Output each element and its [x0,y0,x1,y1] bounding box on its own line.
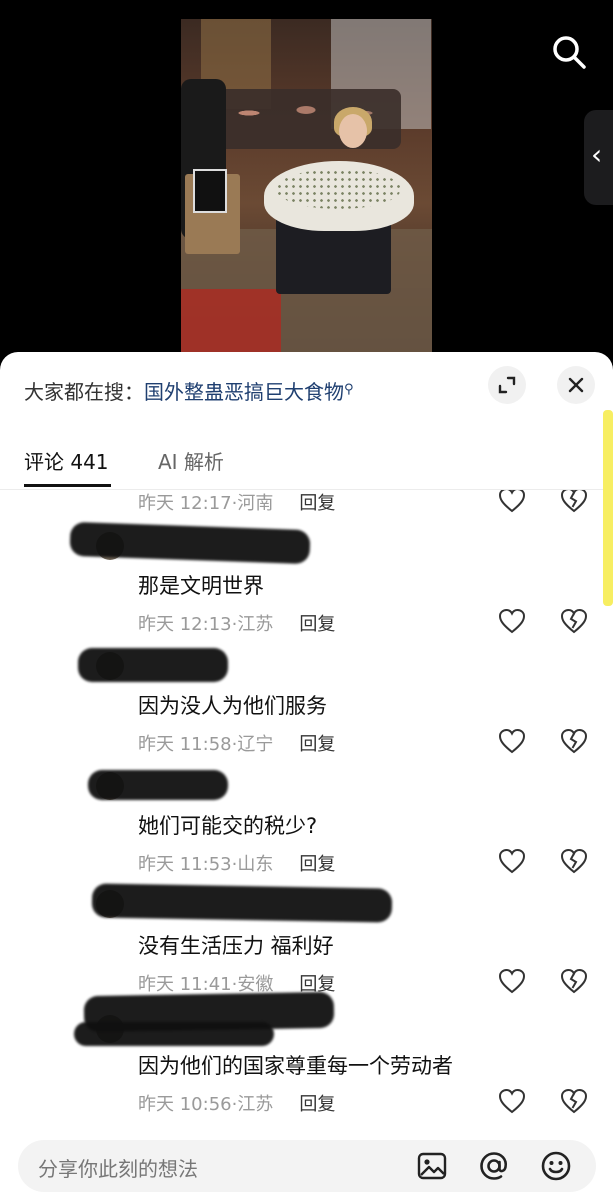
person-face [339,114,367,148]
redacted-username [91,883,393,923]
comment-location: 安徽 [237,974,274,995]
reply-button[interactable]: 回复 [299,854,335,875]
comment-time: 昨天 12:13 [138,614,232,635]
comment-location: 江苏 [237,1094,274,1115]
at-icon[interactable] [478,1150,510,1182]
comment-input[interactable]: 分享你此刻的想法 [38,1153,198,1182]
search-hint-query[interactable]: 国外整蛊恶搞巨大食物 [144,380,344,404]
comment-location: 江苏 [237,614,274,635]
heart-icon[interactable] [498,608,526,634]
herb-sprinkle [276,169,401,209]
active-tab-indicator [24,484,111,487]
reply-button[interactable]: 回复 [299,734,335,755]
search-suggestion[interactable]: 大家都在搜：国外整蛊恶搞巨大食物⚲ [24,376,354,405]
comment-time: 昨天 12:17 [138,493,232,514]
broken-heart-icon[interactable] [560,490,588,513]
comment-meta: 昨天 12:17·河南 回复 [138,490,335,515]
comment-location: 辽宁 [237,734,274,755]
side-panel-toggle[interactable]: ‹ [584,110,613,205]
menu-card [193,169,227,213]
heart-icon[interactable] [498,848,526,874]
heart-icon[interactable] [498,728,526,754]
comment-list[interactable]: 昨天 12:17·河南 回复 那是文明世界 昨天 12:13·江苏 回复 因为没人为… [0,490,613,1130]
image-icon[interactable] [416,1150,448,1182]
emoji-icon[interactable] [540,1150,572,1182]
broken-heart-icon[interactable] [560,608,588,634]
red-light [181,289,281,354]
reply-button[interactable]: 回复 [299,493,335,514]
comment-text: 因为没人为他们服务 [138,694,327,718]
comment-text: 没有生活压力 福利好 [138,934,334,958]
close-button[interactable] [557,366,595,404]
redacted-username [88,770,228,800]
comment-sheet: 大家都在搜：国外整蛊恶搞巨大食物⚲ 评论 441 AI 解析 昨天 12:17·… [0,352,613,1200]
tab-ai-analysis[interactable]: AI 解析 [158,446,224,475]
expand-button[interactable] [488,366,526,404]
expand-icon [498,376,516,394]
comment-meta: 昨天 11:53·山东 回复 [138,850,335,876]
reply-button[interactable]: 回复 [299,614,335,635]
comment-time: 昨天 11:41 [138,974,232,995]
broken-heart-icon[interactable] [560,728,588,754]
broken-heart-icon[interactable] [560,1088,588,1114]
comment-time: 昨天 11:53 [138,854,232,875]
tab-comments[interactable]: 评论 441 [24,446,109,475]
comment-input-bar[interactable]: 分享你此刻的想法 [18,1140,596,1192]
video-player[interactable] [181,19,432,354]
redacted-username [78,648,228,682]
crowd [211,89,401,149]
comment-location: 河南 [237,493,274,514]
comment-meta: 昨天 11:58·辽宁 回复 [138,730,335,756]
broken-heart-icon[interactable] [560,968,588,994]
comment-text: 她们可能交的税少? [138,814,318,838]
comment-text: 那是文明世界 [138,574,264,598]
scrollbar[interactable] [603,410,613,606]
comment-location: 山东 [237,854,274,875]
comment-meta: 昨天 12:13·江苏 回复 [138,610,335,636]
comment-meta: 昨天 10:56·江苏 回复 [138,1090,335,1116]
heart-icon[interactable] [498,490,526,513]
comment-time: 昨天 11:58 [138,734,232,755]
search-hint-prefix: 大家都在搜： [24,380,144,404]
reply-button[interactable]: 回复 [299,1094,335,1115]
comment-time: 昨天 10:56 [138,1094,232,1115]
heart-icon[interactable] [498,1088,526,1114]
comment-tabs: 评论 441 AI 解析 [0,442,613,490]
redacted-username [74,1022,274,1046]
broken-heart-icon[interactable] [560,848,588,874]
chevron-left-icon: ‹ [591,138,603,171]
close-icon [568,377,584,393]
search-icon[interactable] [550,33,588,71]
heart-icon[interactable] [498,968,526,994]
search-mini-icon: ⚲ [344,382,354,397]
comment-text: 因为他们的国家尊重每一个劳动者 [138,1054,453,1078]
